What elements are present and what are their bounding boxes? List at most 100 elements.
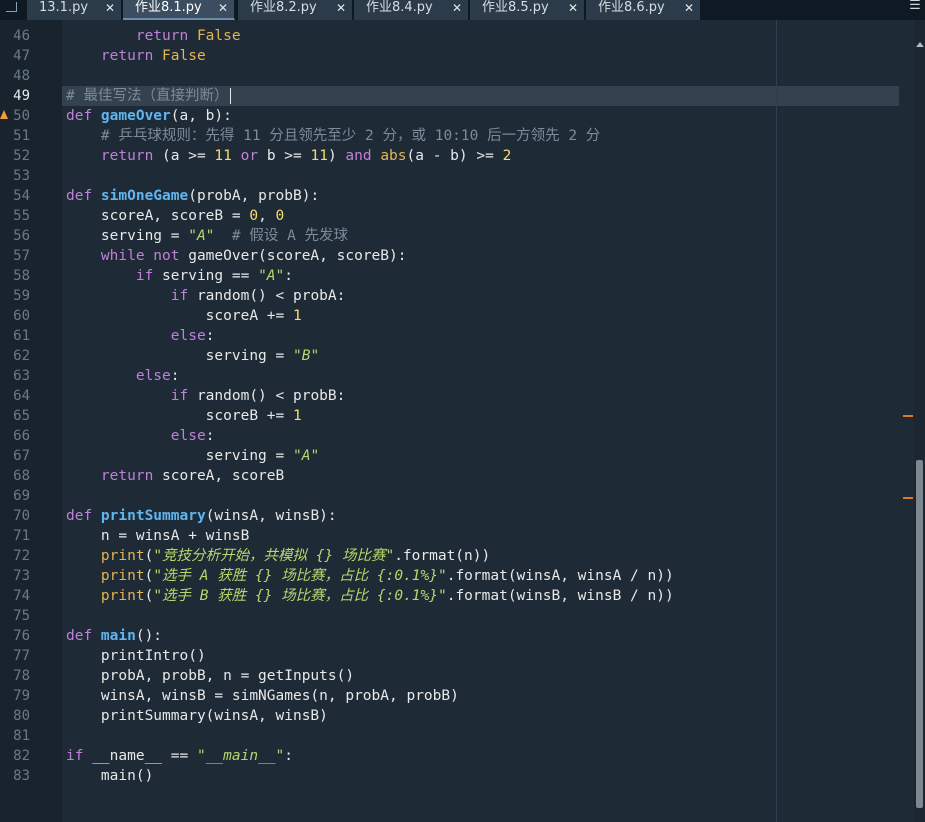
code-line[interactable]: 79 winsA, winsB = simNGames(n, probA, pr… bbox=[0, 686, 925, 706]
code-line[interactable]: 63 else: bbox=[0, 366, 925, 386]
code-text[interactable]: return False bbox=[66, 46, 206, 66]
code-text[interactable]: print("选手 B 获胜 {} 场比赛，占比 {:0.1%}".format… bbox=[66, 586, 674, 606]
code-line[interactable]: 46 return False bbox=[0, 26, 925, 46]
code-text[interactable]: n = winsA + winsB bbox=[66, 526, 249, 546]
code-token: if bbox=[66, 748, 93, 764]
code-line[interactable]: 49 # 最佳写法（直接判断） bbox=[0, 86, 925, 106]
line-number: 56 bbox=[13, 228, 30, 244]
close-icon[interactable]: ✕ bbox=[336, 0, 346, 16]
code-line[interactable]: 76 def main(): bbox=[0, 626, 925, 646]
scrollbar-thumb[interactable] bbox=[916, 460, 923, 808]
code-token: scoreA, scoreB = bbox=[66, 208, 250, 224]
code-line[interactable]: 81 bbox=[0, 726, 925, 746]
code-line[interactable]: 77 printIntro() bbox=[0, 646, 925, 666]
code-line[interactable]: 52 return (a >= 11 or b >= 11) and abs(a… bbox=[0, 146, 925, 166]
code-line[interactable]: 68 return scoreA, scoreB bbox=[0, 466, 925, 486]
code-line[interactable]: 82 if __name__ == "__main__": bbox=[0, 746, 925, 766]
minimap-marker[interactable] bbox=[903, 497, 913, 499]
tab-hw-8-5[interactable]: 作业8.5.py ✕ bbox=[470, 0, 585, 20]
code-line[interactable]: 69 bbox=[0, 486, 925, 506]
close-icon[interactable]: ✕ bbox=[684, 0, 694, 16]
code-line[interactable]: 54 def simOneGame(probA, probB): bbox=[0, 186, 925, 206]
code-line[interactable]: 74 print("选手 B 获胜 {} 场比赛，占比 {:0.1%}".for… bbox=[0, 586, 925, 606]
tab-hw-8-1[interactable]: 作业8.1.py ✕ bbox=[123, 0, 235, 20]
code-text[interactable]: serving = "A" # 假设 A 先发球 bbox=[66, 226, 348, 246]
code-token: abs bbox=[380, 148, 407, 164]
code-line[interactable]: 83 main() bbox=[0, 766, 925, 786]
code-line[interactable]: 48 bbox=[0, 66, 925, 86]
tab-overflow-button[interactable] bbox=[0, 0, 26, 20]
code-text[interactable]: def printSummary(winsA, winsB): bbox=[66, 506, 337, 526]
code-line[interactable]: 56 serving = "A" # 假设 A 先发球 bbox=[0, 226, 925, 246]
code-line[interactable]: 71 n = winsA + winsB bbox=[0, 526, 925, 546]
code-line[interactable]: 75 bbox=[0, 606, 925, 626]
code-text[interactable]: def gameOver(a, b): bbox=[66, 106, 232, 126]
code-text[interactable]: serving = "A" bbox=[66, 446, 320, 466]
code-text[interactable]: serving = "B" bbox=[66, 346, 320, 366]
code-line[interactable]: 64 if random() < probB: bbox=[0, 386, 925, 406]
code-text[interactable]: # 乒乓球规则：先得 11 分且领先至少 2 分，或 10:10 后一方领先 2… bbox=[66, 126, 600, 146]
code-line[interactable]: 59 if random() < probA: bbox=[0, 286, 925, 306]
code-text[interactable]: def simOneGame(probA, probB): bbox=[66, 186, 319, 206]
tab-13-1[interactable]: 13.1.py ✕ bbox=[27, 0, 122, 20]
code-line[interactable]: 51 # 乒乓球规则：先得 11 分且领先至少 2 分，或 10:10 后一方领… bbox=[0, 126, 925, 146]
code-text[interactable]: probA, probB, n = getInputs() bbox=[66, 666, 354, 686]
code-token: return bbox=[66, 48, 163, 64]
close-icon[interactable]: ✕ bbox=[218, 0, 228, 16]
code-line[interactable]: 80 printSummary(winsA, winsB) bbox=[0, 706, 925, 726]
code-text[interactable]: # 最佳写法（直接判断） bbox=[66, 86, 232, 106]
code-line[interactable]: 47 return False bbox=[0, 46, 925, 66]
scroll-up-icon[interactable] bbox=[916, 42, 924, 47]
code-line[interactable]: 73 print("选手 A 获胜 {} 场比赛，占比 {:0.1%}".for… bbox=[0, 566, 925, 586]
code-line[interactable]: 58 if serving == "A": bbox=[0, 266, 925, 286]
code-text[interactable]: scoreA += 1 bbox=[66, 306, 302, 326]
code-line[interactable]: 66 else: bbox=[0, 426, 925, 446]
close-icon[interactable]: ✕ bbox=[568, 0, 578, 16]
code-text[interactable]: scoreB += 1 bbox=[66, 406, 302, 426]
code-text[interactable]: if __name__ == "__main__": bbox=[66, 746, 293, 766]
code-token: winsA, winsB = simNGames(n, probA, probB… bbox=[66, 688, 459, 704]
code-text[interactable]: printIntro() bbox=[66, 646, 206, 666]
code-text[interactable]: scoreA, scoreB = 0, 0 bbox=[66, 206, 284, 226]
code-line[interactable]: 78 probA, probB, n = getInputs() bbox=[0, 666, 925, 686]
code-text[interactable]: else: bbox=[66, 366, 180, 386]
code-text[interactable]: if serving == "A": bbox=[66, 266, 293, 286]
code-line[interactable]: 50 def gameOver(a, b): bbox=[0, 106, 925, 126]
close-icon[interactable]: ✕ bbox=[452, 0, 462, 16]
code-text[interactable]: def main(): bbox=[66, 626, 162, 646]
code-text[interactable]: else: bbox=[66, 326, 215, 346]
code-line[interactable]: 53 bbox=[0, 166, 925, 186]
tab-hw-8-6[interactable]: 作业8.6.py ✕ bbox=[586, 0, 701, 20]
tab-hw-8-4[interactable]: 作业8.4.py ✕ bbox=[354, 0, 469, 20]
code-text[interactable]: return (a >= 11 or b >= 11) and abs(a - … bbox=[66, 146, 511, 166]
line-number: 68 bbox=[13, 468, 30, 484]
code-line[interactable]: 70 def printSummary(winsA, winsB): bbox=[0, 506, 925, 526]
code-line[interactable]: 55 scoreA, scoreB = 0, 0 bbox=[0, 206, 925, 226]
code-line[interactable]: 61 else: bbox=[0, 326, 925, 346]
code-text[interactable]: if random() < probB: bbox=[66, 386, 346, 406]
close-icon[interactable]: ✕ bbox=[105, 0, 115, 16]
tab-label: 作业8.1.py bbox=[135, 0, 202, 15]
code-text[interactable]: while not gameOver(scoreA, scoreB): bbox=[66, 246, 407, 266]
code-text[interactable]: winsA, winsB = simNGames(n, probA, probB… bbox=[66, 686, 459, 706]
menu-icon[interactable]: ☰ bbox=[907, 0, 923, 14]
code-line[interactable]: 60 scoreA += 1 bbox=[0, 306, 925, 326]
line-number: 71 bbox=[13, 528, 30, 544]
code-text[interactable]: return scoreA, scoreB bbox=[66, 466, 284, 486]
minimap-marker[interactable] bbox=[903, 415, 913, 417]
vertical-scrollbar[interactable] bbox=[914, 20, 925, 822]
code-text[interactable]: else: bbox=[66, 426, 215, 446]
code-line[interactable]: 57 while not gameOver(scoreA, scoreB): bbox=[0, 246, 925, 266]
code-text[interactable]: main() bbox=[66, 766, 153, 786]
code-text[interactable]: print("选手 A 获胜 {} 场比赛，占比 {:0.1%}".format… bbox=[66, 566, 674, 586]
code-text[interactable]: return False bbox=[66, 26, 241, 46]
code-text[interactable]: if random() < probA: bbox=[66, 286, 346, 306]
code-text[interactable]: printSummary(winsA, winsB) bbox=[66, 706, 328, 726]
tab-hw-8-2[interactable]: 作业8.2.py ✕ bbox=[238, 0, 353, 20]
code-line[interactable]: 72 print("竞技分析开始，共模拟 {} 场比赛".format(n)) bbox=[0, 546, 925, 566]
code-text[interactable]: print("竞技分析开始，共模拟 {} 场比赛".format(n)) bbox=[66, 546, 490, 566]
code-line[interactable]: 65 scoreB += 1 bbox=[0, 406, 925, 426]
code-line[interactable]: 67 serving = "A" bbox=[0, 446, 925, 466]
code-token: .format(winsB, winsB / n)) bbox=[446, 588, 674, 604]
code-line[interactable]: 62 serving = "B" bbox=[0, 346, 925, 366]
